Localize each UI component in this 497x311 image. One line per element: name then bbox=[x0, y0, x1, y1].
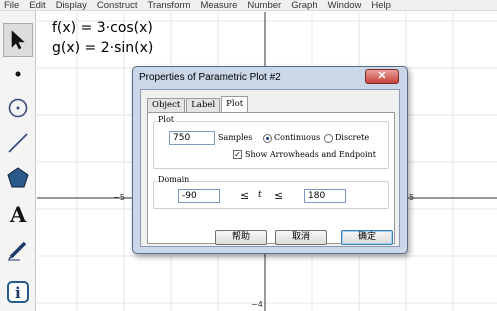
text-a-icon: A bbox=[9, 202, 27, 226]
segment-icon bbox=[8, 133, 28, 153]
menu-bar: File Edit Display Construct Transform Me… bbox=[0, 0, 497, 11]
dialog-title: Properties of Parametric Plot #2 bbox=[139, 72, 281, 83]
continuous-radio[interactable] bbox=[263, 134, 272, 143]
domain-max-input[interactable]: 180 bbox=[304, 189, 346, 203]
show-arrowheads-label: Show Arrowheads and Endpoint bbox=[245, 150, 376, 159]
polygon-tool[interactable] bbox=[3, 161, 33, 195]
close-button[interactable]: ✕ bbox=[365, 69, 399, 84]
menu-display[interactable]: Display bbox=[51, 0, 92, 10]
plot-group: Plot 750 Samples Continuous Discrete ✓ S… bbox=[153, 115, 389, 169]
x-tick-label-pos: 5 bbox=[409, 193, 415, 202]
show-arrowheads-checkbox[interactable]: ✓ bbox=[233, 150, 242, 159]
properties-dialog: Properties of Parametric Plot #2 ✕ Objec… bbox=[132, 66, 408, 254]
function-f-label[interactable]: f(x) = 3·cos(x) bbox=[52, 20, 153, 36]
samples-label: Samples bbox=[218, 133, 253, 142]
x-tick-label-neg: −5 bbox=[113, 193, 125, 202]
menu-graph[interactable]: Graph bbox=[286, 0, 322, 10]
menu-transform[interactable]: Transform bbox=[143, 0, 196, 10]
info-icon: i bbox=[7, 281, 29, 303]
leq-symbol-left: ≤ bbox=[240, 189, 250, 202]
arrow-select-tool[interactable] bbox=[3, 23, 33, 57]
menu-number[interactable]: Number bbox=[242, 0, 286, 10]
domain-group: Domain -90 ≤ t ≤ 180 bbox=[153, 175, 389, 209]
circle-icon bbox=[8, 98, 28, 118]
tab-label[interactable]: Label bbox=[186, 98, 221, 112]
continuous-label: Continuous bbox=[274, 133, 321, 142]
plot-group-label: Plot bbox=[157, 115, 175, 124]
menu-construct[interactable]: Construct bbox=[92, 0, 143, 10]
dialog-body: Object Label Plot Plot 750 Samples Conti… bbox=[140, 89, 400, 247]
information-tool[interactable]: i bbox=[3, 275, 33, 309]
samples-input[interactable]: 750 bbox=[169, 131, 215, 145]
toolbox: A i bbox=[0, 11, 36, 311]
menu-file[interactable]: File bbox=[0, 0, 24, 10]
t-symbol: t bbox=[258, 190, 262, 200]
cancel-button[interactable]: 取消 bbox=[275, 230, 327, 245]
function-g-label[interactable]: g(x) = 2·sin(x) bbox=[52, 40, 153, 56]
marker-pen-icon bbox=[8, 241, 27, 261]
menu-measure[interactable]: Measure bbox=[195, 0, 242, 10]
leq-symbol-right: ≤ bbox=[274, 189, 284, 202]
arrow-icon bbox=[11, 30, 25, 50]
svg-text:A: A bbox=[9, 202, 27, 226]
tab-strip: Object Label Plot bbox=[147, 96, 249, 112]
straightedge-tool[interactable] bbox=[3, 126, 33, 160]
tab-plot[interactable]: Plot bbox=[221, 96, 249, 112]
plot-tab-panel: Plot 750 Samples Continuous Discrete ✓ S… bbox=[147, 112, 395, 244]
svg-text:i: i bbox=[15, 284, 21, 302]
point-tool[interactable] bbox=[3, 57, 33, 91]
domain-min-input[interactable]: -90 bbox=[178, 189, 220, 203]
text-tool[interactable]: A bbox=[3, 197, 33, 231]
ok-button[interactable]: 确定 bbox=[341, 230, 393, 245]
menu-help[interactable]: Help bbox=[366, 0, 396, 10]
tab-object[interactable]: Object bbox=[147, 98, 186, 112]
close-icon: ✕ bbox=[377, 70, 387, 82]
menu-window[interactable]: Window bbox=[323, 0, 367, 10]
compass-tool[interactable] bbox=[3, 91, 33, 125]
y-tick-label-neg: −4 bbox=[251, 300, 263, 309]
menu-edit[interactable]: Edit bbox=[24, 0, 50, 10]
discrete-radio[interactable] bbox=[324, 134, 333, 143]
discrete-label: Discrete bbox=[335, 133, 370, 142]
marker-tool[interactable] bbox=[3, 233, 33, 267]
polygon-icon bbox=[7, 167, 29, 188]
help-button[interactable]: 帮助 bbox=[215, 230, 267, 245]
point-icon bbox=[15, 71, 21, 77]
domain-group-label: Domain bbox=[157, 175, 191, 184]
